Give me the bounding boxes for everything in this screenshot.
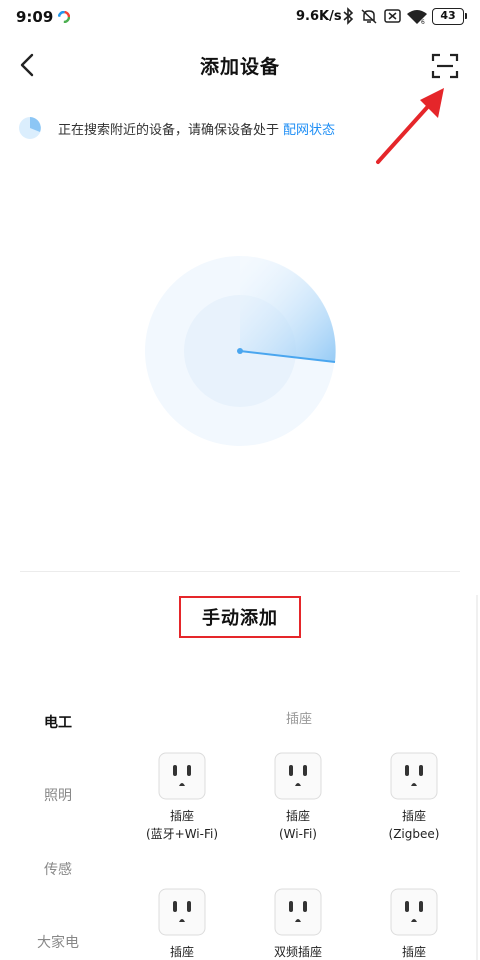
radar-status-icon [19,117,41,139]
device-subtitle: (蓝牙+Wi-Fi) [145,827,219,841]
page-title: 添加设备 [199,56,280,78]
header: 添加设备 [0,40,480,90]
socket-icon [390,888,438,936]
bluetooth-icon [343,7,354,25]
wifi-icon: 6 [407,10,427,25]
category-label: 电工 [44,715,72,731]
mute-bell-icon [361,9,377,24]
section-title: 插座 [285,712,312,727]
category-appliances[interactable]: 大家电 [0,922,120,960]
device-card[interactable]: 插座 (蓝牙+Wi-Fi) [122,752,242,842]
no-sim-icon [384,9,401,23]
device-card[interactable]: 双频插座 [238,888,358,960]
app-notification-icon [58,11,70,23]
manual-add-label: 手动添加 [202,608,278,629]
network-speed: 9.6K/s [296,9,342,24]
device-name: 双频插座 [273,945,322,959]
socket-icon [274,888,322,936]
device-card[interactable]: 插座 (Wi-Fi) [238,752,358,842]
device-card[interactable]: 插座 (Zigbee) [354,752,474,842]
socket-icon [390,752,438,800]
battery-indicator: 43 [432,8,467,25]
category-label: 照明 [44,788,72,804]
scan-icon[interactable] [430,52,460,80]
device-name: 插座 [401,945,426,959]
search-hint-text: 正在搜索附近的设备，请确保设备处于 [58,122,280,138]
annotation-arrow [376,88,444,164]
divider [20,571,460,572]
device-subtitle: (Wi-Fi) [279,827,317,841]
status-bar: 9:09 9.6K/s 6 43 [0,0,480,34]
radar-scan-animation [145,255,336,446]
socket-icon [274,752,322,800]
manual-add-button[interactable]: 手动添加 [179,596,301,638]
svg-text:6: 6 [421,19,425,25]
category-sensors[interactable]: 传感 [0,849,120,889]
device-name: 插座 [169,945,194,959]
category-label: 传感 [44,862,72,878]
search-hint: 正在搜索附近的设备，请确保设备处于 配网状态 [18,114,335,142]
category-label: 大家电 [37,935,79,951]
device-name: 插座 [285,809,310,823]
device-subtitle: (Zigbee) [388,827,440,841]
device-card[interactable]: 插座 [354,888,474,960]
pairing-mode-link[interactable]: 配网状态 [283,119,335,138]
status-time: 9:09 [16,8,54,26]
scrollbar[interactable] [476,595,478,960]
socket-icon [158,888,206,936]
device-name: 插座 [401,809,426,823]
device-card[interactable]: 插座 [122,888,242,960]
category-electrical[interactable]: 电工 [0,702,120,742]
socket-icon [158,752,206,800]
category-lighting[interactable]: 照明 [0,775,120,815]
device-name: 插座 [169,809,194,823]
